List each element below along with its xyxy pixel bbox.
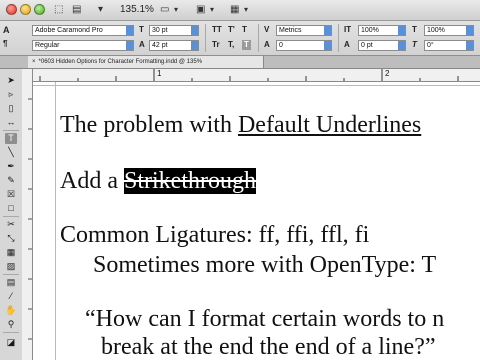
tracking-field[interactable]: 0 xyxy=(276,40,332,51)
small-caps-button[interactable]: Tr xyxy=(212,40,220,50)
zoom-window-button[interactable] xyxy=(34,4,45,15)
separator xyxy=(3,332,19,333)
type-tool-icon[interactable]: T xyxy=(5,133,17,144)
separator xyxy=(258,24,259,52)
fill-stroke-icon[interactable]: ◪ xyxy=(5,337,17,348)
direct-selection-tool-icon[interactable]: ▹ xyxy=(5,89,17,100)
document-page[interactable]: The problem with Default Underlines Add … xyxy=(33,82,480,360)
gradient-swatch-tool-icon[interactable]: ▦ xyxy=(5,247,17,258)
vertical-scale-icon: IT xyxy=(344,25,352,34)
vertical-scale-field[interactable]: 100% xyxy=(358,25,406,36)
document-tab-title: *0603 Hidden Options for Character Forma… xyxy=(38,59,203,65)
underline-button[interactable]: T xyxy=(242,25,247,35)
font-family-field[interactable]: Adobe Caramond Pro xyxy=(32,25,134,36)
superscript-button[interactable]: T' xyxy=(228,25,235,35)
text-line-strikethrough[interactable]: Add a Strikethrough xyxy=(60,168,256,194)
eyedropper-tool-icon[interactable]: ⁄ xyxy=(5,291,17,302)
separator xyxy=(338,24,339,52)
arrange-documents-dropdown-icon[interactable]: ▾ xyxy=(244,3,248,17)
ruler-number: 1 xyxy=(157,69,162,78)
skew-icon: T xyxy=(412,40,417,49)
view-options-icon[interactable]: ▭ xyxy=(160,3,169,17)
baseline-shift-field[interactable]: 0 pt xyxy=(358,40,406,51)
tracking-icon: A xyxy=(264,40,270,49)
scissors-tool-icon[interactable]: ✂ xyxy=(5,219,17,230)
rectangle-tool-icon[interactable]: □ xyxy=(5,203,17,214)
close-tab-icon[interactable]: × xyxy=(32,59,36,65)
text-line-quote[interactable]: “How can I format certain words to n xyxy=(85,306,444,332)
pencil-tool-icon[interactable]: ✎ xyxy=(5,175,17,186)
gap-tool-icon[interactable]: ↔ xyxy=(5,117,17,128)
view-options-dropdown-icon[interactable]: ▾ xyxy=(174,3,178,17)
margin-guide xyxy=(55,82,56,360)
bridge-icon[interactable]: ⬚ xyxy=(54,3,63,17)
baseline-shift-icon: A xyxy=(344,40,350,49)
separator xyxy=(3,216,19,217)
text-line-opentype[interactable]: Sometimes more with OpenType: T xyxy=(93,252,436,278)
horizontal-scale-field[interactable]: 100% xyxy=(424,25,474,36)
ruler-ticks xyxy=(39,69,459,81)
separator xyxy=(3,274,19,275)
document-tab[interactable]: × *0603 Hidden Options for Character Form… xyxy=(28,56,264,68)
text-line-ligatures[interactable]: Common Ligatures: ff, ffi, ffl, fi xyxy=(60,222,369,248)
subscript-button[interactable]: T, xyxy=(228,40,234,50)
page-tool-icon[interactable]: ▯ xyxy=(5,103,17,114)
text-span: Add a xyxy=(60,168,124,194)
paragraph-formatting-icon[interactable]: ¶ xyxy=(3,39,7,49)
zoom-tool-icon[interactable]: ⚲ xyxy=(5,319,17,330)
font-size-icon: T xyxy=(139,25,144,34)
rectangle-frame-tool-icon[interactable]: ☒ xyxy=(5,189,17,200)
strikethrough-button[interactable]: T xyxy=(242,40,251,50)
kerning-field[interactable]: Metrics xyxy=(276,25,332,36)
underlined-text: Default Underlines xyxy=(237,112,422,138)
vertical-ruler xyxy=(22,69,33,360)
kerning-icon: V xyxy=(264,25,270,34)
line-tool-icon[interactable]: ╲ xyxy=(5,147,17,158)
skew-field[interactable]: 0° xyxy=(424,40,474,51)
margin-guide xyxy=(33,85,480,86)
all-caps-button[interactable]: TT xyxy=(212,25,222,35)
selected-strikethrough-text[interactable]: Strikethrough xyxy=(123,168,256,194)
leading-field[interactable]: 42 pt xyxy=(149,40,199,51)
horizontal-ruler: 1 2 xyxy=(32,69,480,82)
leading-icon: A xyxy=(139,40,145,49)
close-window-button[interactable] xyxy=(6,4,17,15)
application-bar: ⬚ ▤ ▾ 135.1% ▭ ▾ ▣ ▾ ▦ ▾ xyxy=(0,0,480,21)
font-style-field[interactable]: Regular xyxy=(32,40,134,51)
tools-panel: ➤ ▹ ▯ ↔ T ╲ ✒ ✎ ☒ □ ✂ ⤡ ▦ ▨ ▤ ⁄ ✋ ⚲ ◪ xyxy=(0,69,23,360)
document-tab-bar: × *0603 Hidden Options for Character Form… xyxy=(0,56,480,69)
text-line-quote-continued[interactable]: break at the end the end of a line?” xyxy=(101,334,436,360)
note-tool-icon[interactable]: ▤ xyxy=(5,277,17,288)
character-control-panel: A ¶ Adobe Caramond Pro Regular T 30 pt A… xyxy=(0,21,480,56)
arrange-documents-icon[interactable]: ▦ xyxy=(230,3,239,17)
separator xyxy=(3,130,19,131)
selection-tool-icon[interactable]: ➤ xyxy=(5,75,17,86)
zoom-dropdown-icon[interactable]: ▾ xyxy=(98,3,103,17)
separator xyxy=(205,24,206,52)
gradient-feather-tool-icon[interactable]: ▨ xyxy=(5,261,17,272)
mini-bridge-icon[interactable]: ▤ xyxy=(72,3,81,17)
screen-mode-icon[interactable]: ▣ xyxy=(196,3,205,17)
pen-tool-icon[interactable]: ✒ xyxy=(5,161,17,172)
ruler-ticks xyxy=(28,98,32,340)
hand-tool-icon[interactable]: ✋ xyxy=(5,305,17,316)
zoom-level[interactable]: 135.1% xyxy=(120,3,154,17)
font-size-field[interactable]: 30 pt xyxy=(149,25,199,36)
minimize-window-button[interactable] xyxy=(20,4,31,15)
free-transform-tool-icon[interactable]: ⤡ xyxy=(5,233,17,244)
text-line-underline[interactable]: The problem with Default Underlines xyxy=(60,112,421,138)
horizontal-scale-icon: T xyxy=(412,25,417,34)
character-formatting-icon[interactable]: A xyxy=(3,25,10,35)
text-span: The problem with xyxy=(60,112,238,138)
ruler-number: 2 xyxy=(385,69,390,78)
screen-mode-dropdown-icon[interactable]: ▾ xyxy=(210,3,214,17)
